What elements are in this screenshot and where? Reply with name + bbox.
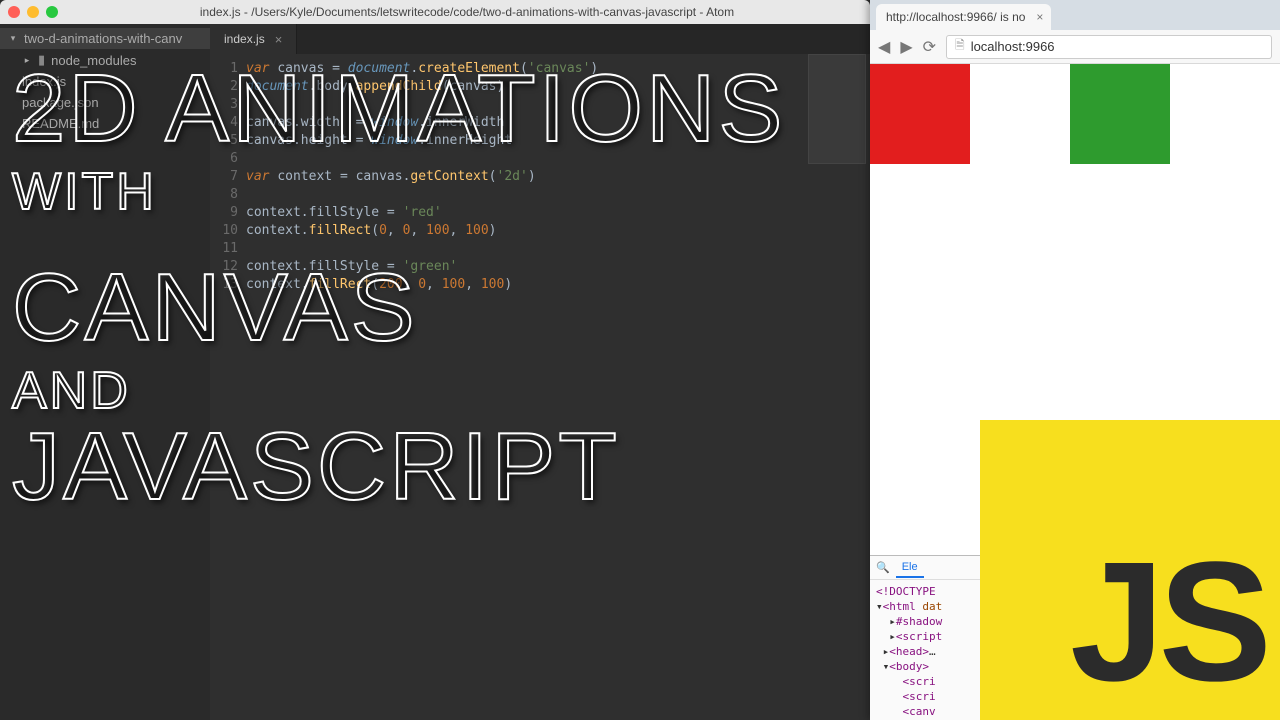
address-bar[interactable]: 🗎 localhost:9966 <box>946 35 1272 59</box>
folder-icon: ▮ <box>38 52 45 68</box>
tree-item-label: package.json <box>22 95 99 110</box>
close-tab-icon[interactable]: × <box>275 32 283 47</box>
tree-file-index[interactable]: index.js <box>0 71 210 92</box>
minimap[interactable] <box>808 54 866 164</box>
js-logo: JS <box>980 420 1280 720</box>
tab-label: index.js <box>224 32 265 46</box>
chevron-down-icon: ▾ <box>8 33 18 44</box>
url-text: localhost:9966 <box>971 39 1055 54</box>
tree-item-label: README.md <box>22 116 99 131</box>
back-icon[interactable]: ◀ <box>878 37 890 57</box>
chevron-right-icon: ▸ <box>22 55 32 66</box>
browser-tab[interactable]: http://localhost:9966/ is no × <box>876 4 1051 30</box>
window-title: index.js - /Users/Kyle/Documents/letswri… <box>72 5 862 19</box>
editor-tabbar: index.js × <box>210 24 870 54</box>
code-editor[interactable]: 1234567 8910111213 var canvas = document… <box>210 54 870 720</box>
browser-toolbar: ◀ ▶ ⟳ 🗎 localhost:9966 <box>870 30 1280 64</box>
editor-pane: index.js × 1234567 8910111213 var canvas… <box>210 24 870 720</box>
zoom-window-icon[interactable] <box>46 6 58 18</box>
tree-item-label: node_modules <box>51 53 136 68</box>
search-icon[interactable]: 🔍 <box>876 561 890 574</box>
canvas-red-square <box>870 64 970 164</box>
canvas-green-square <box>1070 64 1170 164</box>
atom-titlebar: index.js - /Users/Kyle/Documents/letswri… <box>0 0 870 24</box>
js-logo-text: JS <box>1070 524 1266 720</box>
atom-window: index.js - /Users/Kyle/Documents/letswri… <box>0 0 870 720</box>
minimize-window-icon[interactable] <box>27 6 39 18</box>
tree-file-package[interactable]: package.json <box>0 92 210 113</box>
browser-tabstrip: http://localhost:9966/ is no × <box>870 0 1280 30</box>
page-icon: 🗎 <box>955 36 965 57</box>
devtools-tab-elements[interactable]: Ele <box>896 558 924 578</box>
project-name: two-d-animations-with-canv <box>24 31 182 46</box>
close-window-icon[interactable] <box>8 6 20 18</box>
tree-file-readme[interactable]: README.md <box>0 113 210 134</box>
window-controls <box>8 6 58 18</box>
code-lines[interactable]: var canvas = document.createElement('can… <box>246 60 870 720</box>
forward-icon[interactable]: ▶ <box>900 37 912 57</box>
close-tab-icon[interactable]: × <box>1036 10 1043 24</box>
tree-item-label: index.js <box>22 74 66 89</box>
project-tree[interactable]: ▾ two-d-animations-with-canv ▸ ▮ node_mo… <box>0 24 210 720</box>
editor-tab-index[interactable]: index.js × <box>210 24 297 54</box>
line-gutter: 1234567 8910111213 <box>210 60 246 720</box>
reload-icon[interactable]: ⟳ <box>923 37 936 57</box>
tree-folder-node_modules[interactable]: ▸ ▮ node_modules <box>0 49 210 71</box>
project-root[interactable]: ▾ two-d-animations-with-canv <box>0 28 210 49</box>
tab-label: http://localhost:9966/ is no <box>886 10 1025 24</box>
